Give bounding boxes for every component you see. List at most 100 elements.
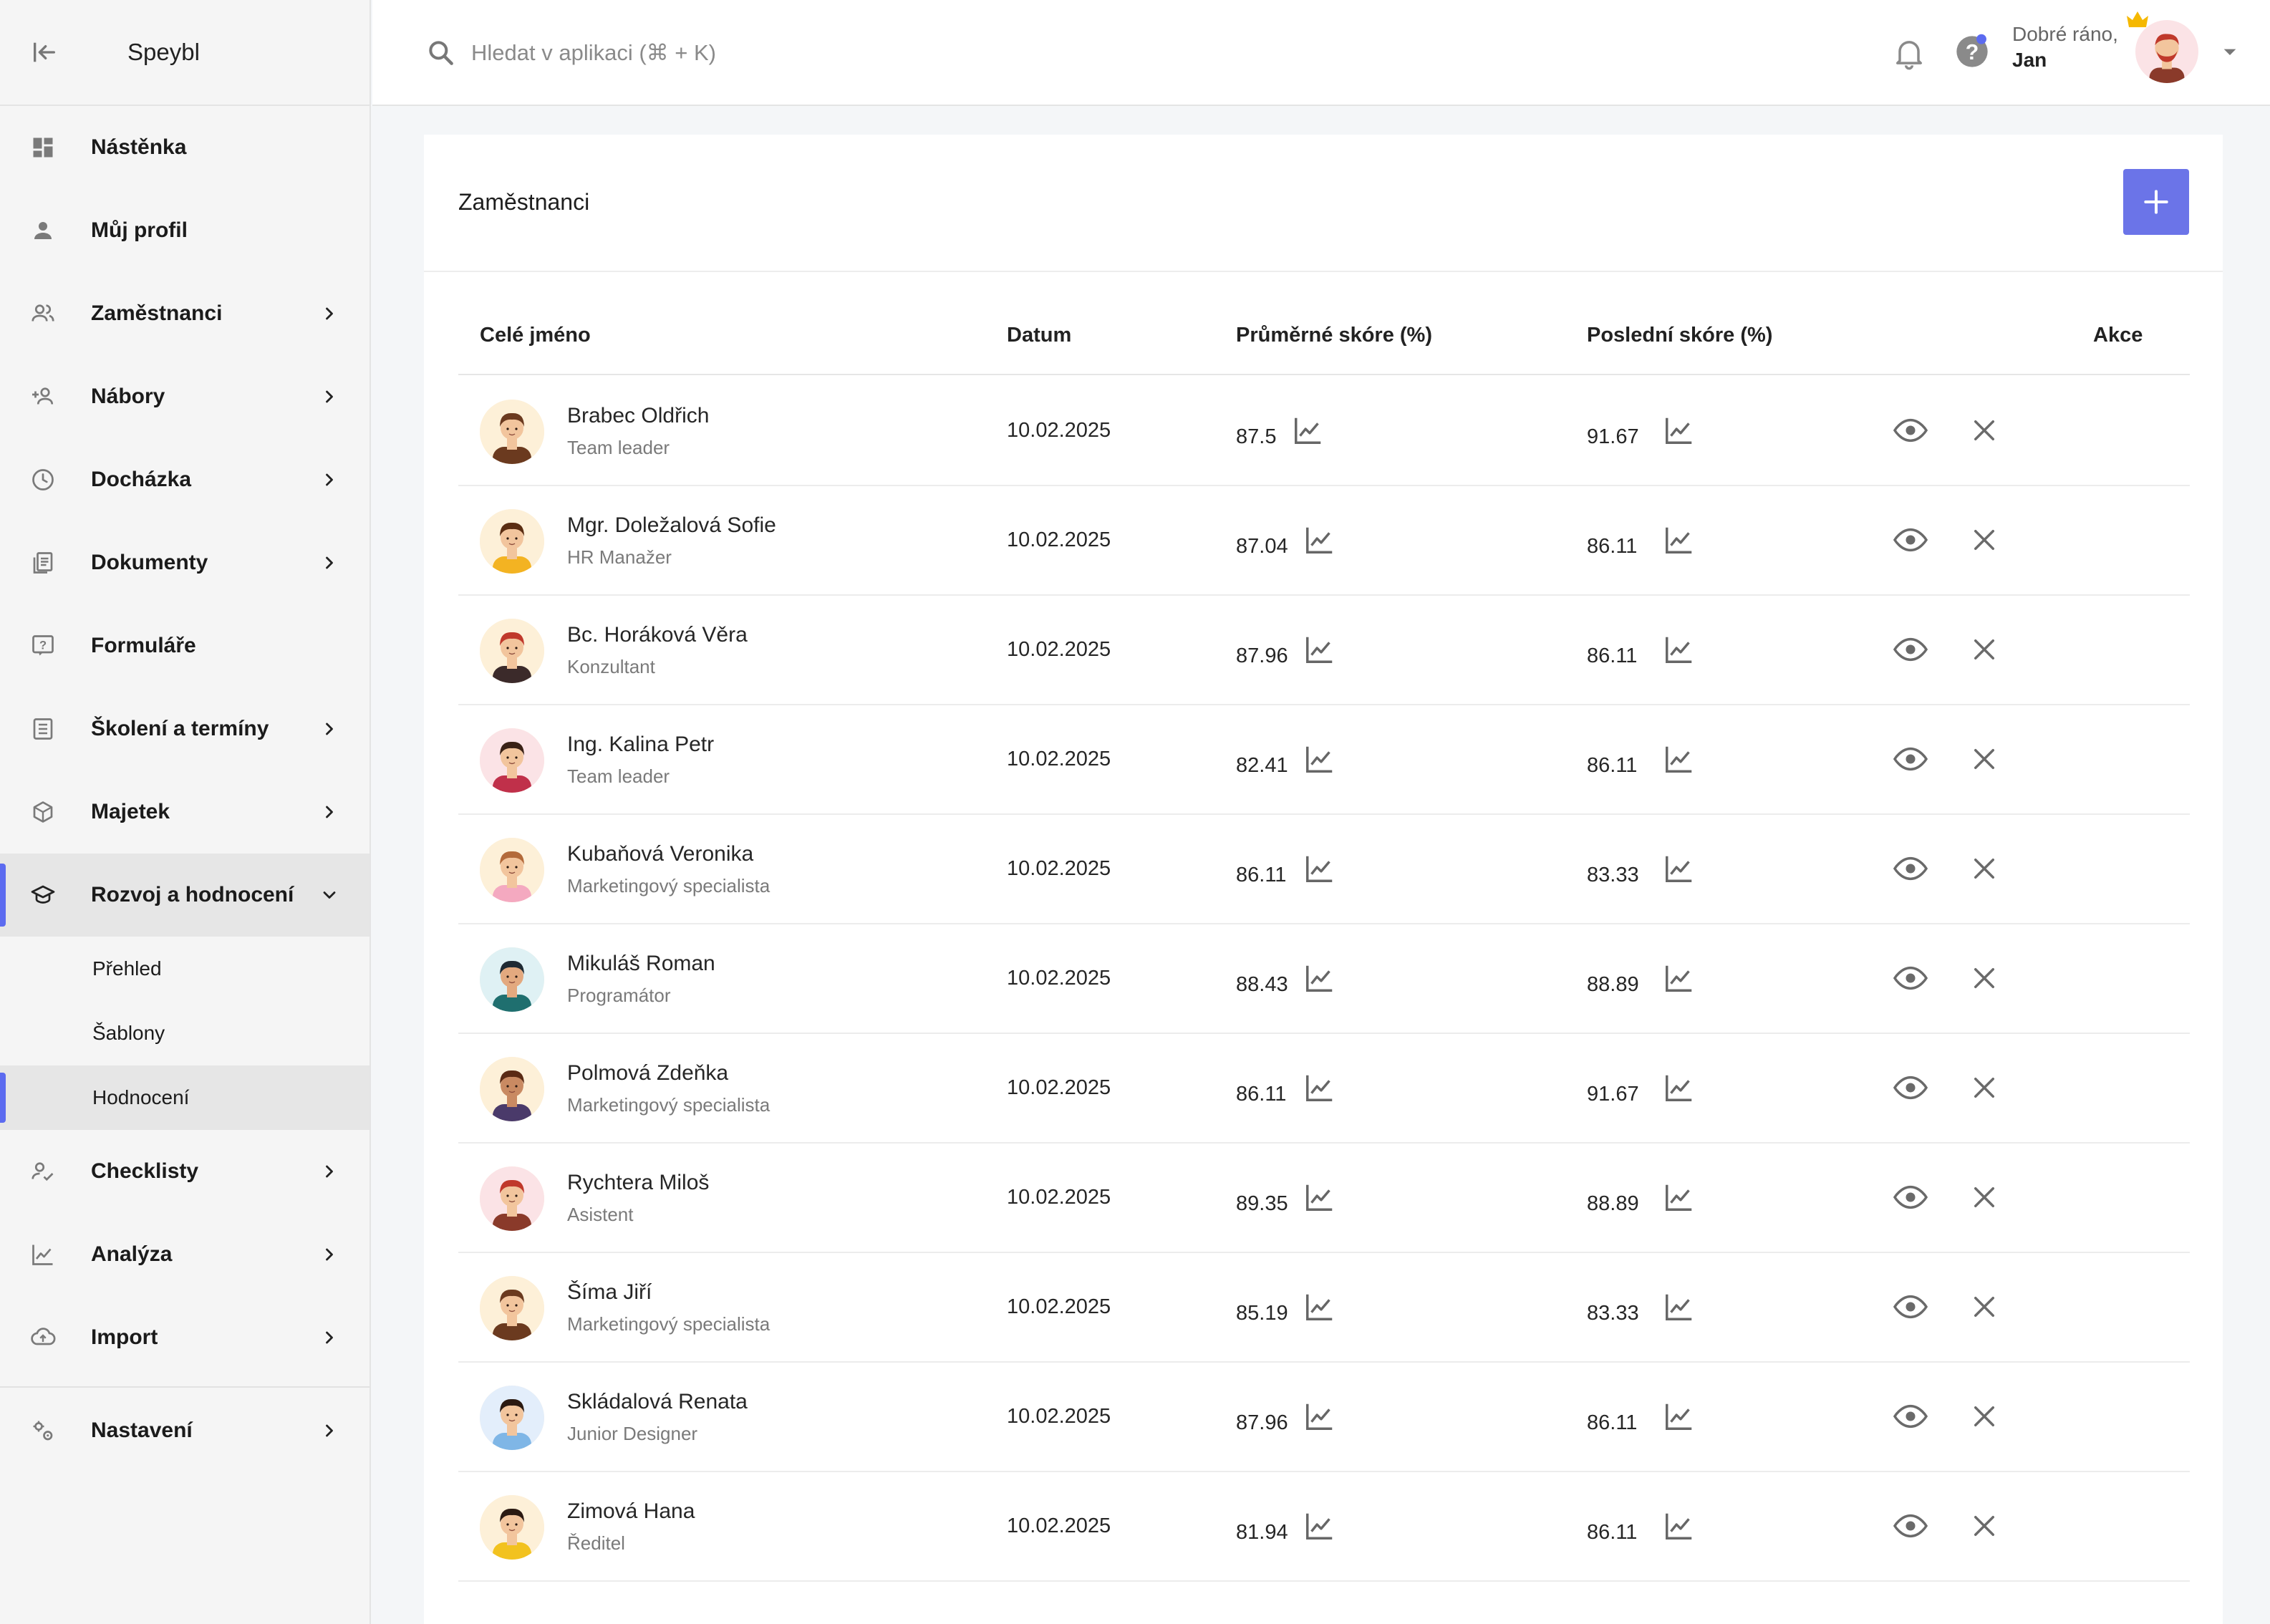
- sidebar-item-dochazka[interactable]: Docházka: [0, 438, 370, 521]
- average-score: 87.04: [1236, 535, 1288, 558]
- user-avatar[interactable]: [2135, 20, 2198, 83]
- sidebar-item-label: Majetek: [91, 800, 170, 823]
- average-score-chart-icon[interactable]: [1303, 1181, 1336, 1214]
- average-score-chart-icon[interactable]: [1303, 1400, 1336, 1433]
- view-eye-icon[interactable]: [1892, 1400, 1929, 1433]
- last-score-chart-icon[interactable]: [1663, 852, 1696, 885]
- delete-close-icon[interactable]: [1969, 525, 1999, 555]
- average-score-chart-icon[interactable]: [1303, 852, 1336, 885]
- column-header-date[interactable]: Datum: [1007, 324, 1071, 347]
- avatar: [480, 728, 544, 793]
- last-score-chart-icon[interactable]: [1663, 1509, 1696, 1542]
- delete-close-icon[interactable]: [1969, 744, 1999, 774]
- chevron-down-icon: [317, 882, 342, 908]
- sidebar-item-nastenka[interactable]: Nástěnka: [0, 106, 370, 189]
- last-score-chart-icon[interactable]: [1663, 743, 1696, 775]
- sidebar-item-nabory[interactable]: Nábory: [0, 355, 370, 438]
- chevron-down-icon[interactable]: [2216, 37, 2244, 66]
- last-score: 91.67: [1587, 425, 1639, 448]
- chevron-right-icon: [317, 550, 342, 576]
- sidebar-item-import[interactable]: Import: [0, 1296, 370, 1379]
- view-eye-icon[interactable]: [1892, 852, 1929, 885]
- last-score-chart-icon[interactable]: [1663, 962, 1696, 995]
- search-input[interactable]: [471, 32, 1116, 74]
- sidebar-subitem-prehled[interactable]: Přehled: [0, 937, 370, 1001]
- delete-close-icon[interactable]: [1969, 1292, 1999, 1322]
- last-score-chart-icon[interactable]: [1663, 1290, 1696, 1323]
- view-eye-icon[interactable]: [1892, 1071, 1929, 1104]
- sidebar-item-skoleni-a-terminy[interactable]: Školení a termíny: [0, 687, 370, 770]
- employee-name: Ing. Kalina Petr: [567, 733, 715, 756]
- sidebar-item-rozvoj-a-hodnoceni[interactable]: Rozvoj a hodnocení: [0, 854, 370, 937]
- column-header-name[interactable]: Celé jméno: [480, 324, 591, 347]
- delete-close-icon[interactable]: [1969, 963, 1999, 993]
- collapse-sidebar-icon[interactable]: [23, 31, 66, 74]
- sidebar-subitem-sablony[interactable]: Šablony: [0, 1001, 370, 1065]
- help-icon[interactable]: ?: [1953, 33, 1991, 70]
- average-score-chart-icon[interactable]: [1303, 1290, 1336, 1323]
- last-score-chart-icon[interactable]: [1663, 1071, 1696, 1104]
- last-score-chart-icon[interactable]: [1663, 523, 1696, 556]
- view-eye-icon[interactable]: [1892, 633, 1929, 666]
- last-score: 88.89: [1587, 1192, 1639, 1215]
- delete-close-icon[interactable]: [1969, 634, 1999, 664]
- sidebar-item-zamestnanci[interactable]: Zaměstnanci: [0, 272, 370, 355]
- average-score: 81.94: [1236, 1521, 1288, 1544]
- delete-close-icon[interactable]: [1969, 1073, 1999, 1103]
- delete-close-icon[interactable]: [1969, 415, 1999, 445]
- sidebar-item-muj-profil[interactable]: Můj profil: [0, 189, 370, 272]
- employee-role: Asistent: [567, 1204, 634, 1225]
- average-score: 86.11: [1236, 1083, 1287, 1106]
- view-eye-icon[interactable]: [1892, 523, 1929, 556]
- view-eye-icon[interactable]: [1892, 1509, 1929, 1542]
- last-score-chart-icon[interactable]: [1663, 414, 1696, 447]
- average-score-chart-icon[interactable]: [1303, 743, 1336, 775]
- sidebar-item-formulare[interactable]: ? Formuláře: [0, 604, 370, 687]
- average-score-chart-icon[interactable]: [1303, 523, 1336, 556]
- last-score: 83.33: [1587, 1302, 1639, 1325]
- bell-icon[interactable]: [1890, 34, 1928, 72]
- view-eye-icon[interactable]: [1892, 1290, 1929, 1323]
- last-score-chart-icon[interactable]: [1663, 1400, 1696, 1433]
- sidebar-item-majetek[interactable]: Majetek: [0, 770, 370, 854]
- view-eye-icon[interactable]: [1892, 1181, 1929, 1214]
- table-row: Skládalová Renata Junior Designer 10.02.20…: [458, 1363, 2190, 1472]
- table-header: Celé jméno Datum Průměrné skóre (%) Posl…: [458, 296, 2190, 375]
- employee-role: Junior Designer: [567, 1423, 698, 1444]
- employee-role: Marketingový specialista: [567, 1313, 771, 1335]
- view-eye-icon[interactable]: [1892, 743, 1929, 775]
- sidebar-item-nastaveni[interactable]: Nastavení: [0, 1388, 370, 1474]
- sidebar-item-dokumenty[interactable]: Dokumenty: [0, 521, 370, 604]
- average-score-chart-icon[interactable]: [1303, 1509, 1336, 1542]
- employees-card: Zaměstnanci Celé jméno Datum Průměrné sk…: [424, 135, 2223, 1624]
- chevron-right-icon: [317, 384, 342, 410]
- column-header-last[interactable]: Poslední skóre (%): [1587, 324, 1772, 347]
- delete-close-icon[interactable]: [1969, 854, 1999, 884]
- add-employee-button[interactable]: [2123, 169, 2189, 235]
- evaluation-date: 10.02.2025: [1007, 1405, 1111, 1428]
- evaluation-date: 10.02.2025: [1007, 1076, 1111, 1099]
- average-score-chart-icon[interactable]: [1303, 962, 1336, 995]
- analytics-icon: [29, 1240, 57, 1269]
- average-score-chart-icon[interactable]: [1303, 1071, 1336, 1104]
- table-row: Bc. Horáková Věra Konzultant 10.02.2025 87.…: [458, 596, 2190, 705]
- sidebar-item-analyza[interactable]: Analýza: [0, 1213, 370, 1296]
- last-score: 86.11: [1587, 535, 1638, 558]
- delete-close-icon[interactable]: [1969, 1401, 1999, 1431]
- greeting-text: Dobré ráno,: [2012, 23, 2118, 45]
- evaluation-date: 10.02.2025: [1007, 857, 1111, 880]
- view-eye-icon[interactable]: [1892, 414, 1929, 447]
- sidebar-item-checklisty[interactable]: Checklisty: [0, 1130, 370, 1213]
- view-eye-icon[interactable]: [1892, 962, 1929, 995]
- sidebar-nav: Nástěnka Můj profil Zaměstnanci Nábory Dochá…: [0, 106, 370, 1474]
- last-score-chart-icon[interactable]: [1663, 633, 1696, 666]
- average-score-chart-icon[interactable]: [1292, 414, 1325, 447]
- last-score-chart-icon[interactable]: [1663, 1181, 1696, 1214]
- delete-close-icon[interactable]: [1969, 1182, 1999, 1212]
- school-icon: [29, 881, 57, 909]
- evaluation-date: 10.02.2025: [1007, 967, 1111, 990]
- column-header-avg[interactable]: Průměrné skóre (%): [1236, 324, 1432, 347]
- delete-close-icon[interactable]: [1969, 1511, 1999, 1541]
- average-score-chart-icon[interactable]: [1303, 633, 1336, 666]
- sidebar-subitem-hodnoceni[interactable]: Hodnocení: [0, 1065, 370, 1130]
